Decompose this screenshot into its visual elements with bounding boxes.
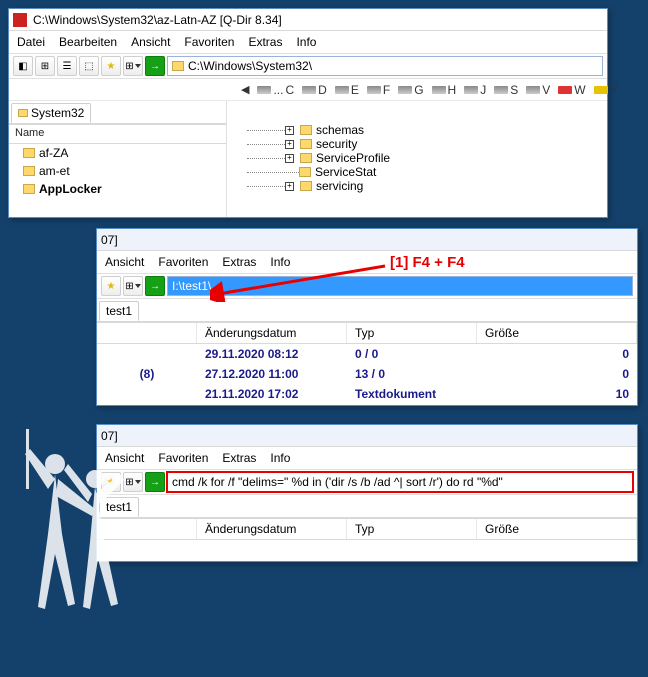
tree-serviceprofile[interactable]: +ServiceProfile xyxy=(227,151,607,165)
tab-test1[interactable]: test1 xyxy=(99,301,139,321)
menu-info[interactable]: Info xyxy=(270,255,290,269)
menu-ansicht[interactable]: Ansicht xyxy=(105,255,144,269)
address-bar-cmd[interactable]: cmd /k for /f "delims=" %d in ('dir /s /… xyxy=(167,472,633,492)
table-row[interactable]: (8) 27.12.2020 11:00 13 / 0 0 xyxy=(97,364,637,384)
drive-g[interactable]: G xyxy=(398,83,423,97)
drive-e[interactable]: E xyxy=(335,83,359,97)
view-dropdown[interactable]: ⊞ xyxy=(123,56,143,76)
address-text: I:\test1\ xyxy=(172,279,211,293)
folder-afza[interactable]: af-ZA xyxy=(9,144,226,162)
app-icon xyxy=(13,13,27,27)
menu-info[interactable]: Info xyxy=(296,35,316,49)
toolbar-button[interactable]: ⬚ xyxy=(79,56,99,76)
drive-j[interactable]: J xyxy=(464,83,486,97)
th-name[interactable] xyxy=(97,323,197,343)
title-fragment: 07] xyxy=(101,233,118,247)
tree-schemas[interactable]: +schemas xyxy=(227,123,607,137)
go-button[interactable]: → xyxy=(145,56,165,76)
table-header-bottom: Änderungsdatum Typ Größe xyxy=(97,518,637,540)
titlebar-mid[interactable]: 07] xyxy=(97,229,637,251)
right-pane: +schemas +security +ServiceProfile Servi… xyxy=(227,101,607,217)
drive-bar: ◀ ...C D E F G H J S V W Y xyxy=(9,79,607,101)
menu-info[interactable]: Info xyxy=(270,451,290,465)
toolbar-button[interactable]: ◧ xyxy=(13,56,33,76)
table-row[interactable]: 21.11.2020 17:02 Textdokument 10 xyxy=(97,384,637,404)
folder-applocker[interactable]: AppLocker xyxy=(9,180,226,198)
view-dropdown[interactable]: ⊞ xyxy=(123,276,143,296)
folder-amet[interactable]: am-et xyxy=(9,162,226,180)
qdir-pane-mid: 07] Ansicht Favoriten Extras Info ★ ⊞ → … xyxy=(96,228,638,406)
th-type[interactable]: Typ xyxy=(347,323,477,343)
menubar-mid: Ansicht Favoriten Extras Info xyxy=(97,251,637,273)
folder-icon xyxy=(172,61,184,71)
th-size[interactable]: Größe xyxy=(477,519,637,539)
toolbar: ◧ ⊞ ☰ ⬚ ★ ⊞ → C:\Windows\System32\ xyxy=(9,53,607,79)
drive-v[interactable]: V xyxy=(526,83,550,97)
star-icon[interactable]: ★ xyxy=(101,276,121,296)
menubar-bottom: Ansicht Favoriten Extras Info xyxy=(97,447,637,469)
menu-favoriten[interactable]: Favoriten xyxy=(158,255,208,269)
th-date[interactable]: Änderungsdatum xyxy=(197,519,347,539)
qdir-pane-bottom: 07] Ansicht Favoriten Extras Info ★ ⊞ → … xyxy=(96,424,638,562)
go-button[interactable]: → xyxy=(145,472,165,492)
drive-y[interactable]: Y xyxy=(594,83,618,97)
view-dropdown[interactable]: ⊞ xyxy=(123,472,143,492)
star-icon[interactable]: ★ xyxy=(101,472,121,492)
menu-ansicht[interactable]: Ansicht xyxy=(131,35,170,49)
column-header-name[interactable]: Name xyxy=(9,124,226,144)
drive-h[interactable]: H xyxy=(432,83,457,97)
th-type[interactable]: Typ xyxy=(347,519,477,539)
tab-test1[interactable]: test1 xyxy=(99,497,139,517)
window-title: C:\Windows\System32\az-Latn-AZ [Q-Dir 8.… xyxy=(33,13,282,27)
titlebar[interactable]: C:\Windows\System32\az-Latn-AZ [Q-Dir 8.… xyxy=(9,9,607,31)
menu-favoriten[interactable]: Favoriten xyxy=(184,35,234,49)
go-button[interactable]: → xyxy=(145,276,165,296)
drive-w[interactable]: W xyxy=(558,83,585,97)
address-bar-mid[interactable]: I:\test1\ xyxy=(167,276,633,296)
drive-s[interactable]: S xyxy=(494,83,518,97)
menu-favoriten[interactable]: Favoriten xyxy=(158,451,208,465)
th-name[interactable] xyxy=(97,519,197,539)
titlebar-bottom[interactable]: 07] xyxy=(97,425,637,447)
toolbar-star-icon[interactable]: ★ xyxy=(101,56,121,76)
left-pane: System32 Name af-ZA am-et AppLocker xyxy=(9,101,227,217)
menu-ansicht[interactable]: Ansicht xyxy=(105,451,144,465)
table-row[interactable]: 29.11.2020 08:12 0 / 0 0 xyxy=(97,344,637,364)
table-header: Änderungsdatum Typ Größe xyxy=(97,322,637,344)
th-date[interactable]: Änderungsdatum xyxy=(197,323,347,343)
nav-up[interactable]: ◀ xyxy=(241,83,249,96)
address-text: cmd /k for /f "delims=" %d in ('dir /s /… xyxy=(172,475,503,489)
menu-extras[interactable]: Extras xyxy=(222,255,256,269)
drive-c[interactable]: ...C xyxy=(257,83,294,97)
drive-f[interactable]: F xyxy=(367,83,390,97)
title-fragment: 07] xyxy=(101,429,118,443)
toolbar-button[interactable]: ☰ xyxy=(57,56,77,76)
menu-datei[interactable]: Datei xyxy=(17,35,45,49)
address-text: C:\Windows\System32\ xyxy=(188,59,312,73)
drive-d[interactable]: D xyxy=(302,83,327,97)
toolbar-mid: ★ ⊞ → I:\test1\ xyxy=(97,273,637,299)
th-size[interactable]: Größe xyxy=(477,323,637,343)
menu-bearbeiten[interactable]: Bearbeiten xyxy=(59,35,117,49)
menu-extras[interactable]: Extras xyxy=(248,35,282,49)
address-bar[interactable]: C:\Windows\System32\ xyxy=(167,56,603,76)
left-tab[interactable]: System32 xyxy=(11,103,91,123)
toolbar-bottom: ★ ⊞ → cmd /k for /f "delims=" %d in ('di… xyxy=(97,469,637,495)
tree-security[interactable]: +security xyxy=(227,137,607,151)
menu-extras[interactable]: Extras xyxy=(222,451,256,465)
menubar: Datei Bearbeiten Ansicht Favoriten Extra… xyxy=(9,31,607,53)
tree-servicestat[interactable]: ServiceStat xyxy=(227,165,607,179)
tree-servicing[interactable]: +servicing xyxy=(227,179,607,193)
qdir-main-window: C:\Windows\System32\az-Latn-AZ [Q-Dir 8.… xyxy=(8,8,608,218)
toolbar-button[interactable]: ⊞ xyxy=(35,56,55,76)
